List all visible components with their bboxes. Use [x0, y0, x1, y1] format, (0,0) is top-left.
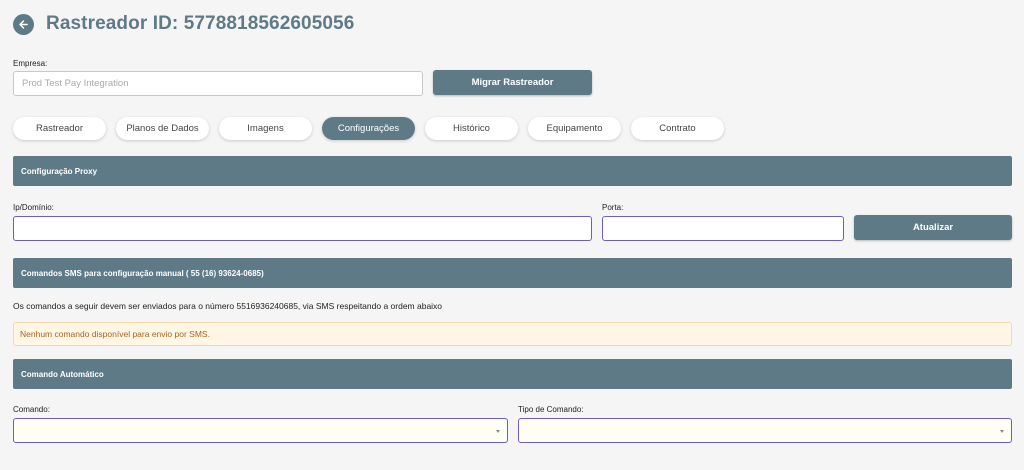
back-button[interactable] — [13, 13, 34, 35]
tab-rastreador[interactable]: Rastreador — [13, 117, 106, 140]
company-label: Empresa: — [13, 59, 48, 68]
proxy-section-header: Configuração Proxy — [13, 156, 1012, 186]
update-button[interactable]: Atualizar — [854, 215, 1012, 240]
tab-planos-de-dados[interactable]: Planos de Dados — [116, 117, 209, 140]
company-input[interactable]: Prod Test Pay Integration — [13, 71, 423, 96]
ip-domain-label: Ip/Domínio: — [13, 203, 54, 212]
sms-empty-alert: Nenhum comando disponível para envio por… — [13, 322, 1012, 346]
arrow-left-icon — [19, 19, 28, 29]
chevron-down-icon — [1000, 430, 1004, 433]
tab-configuracoes[interactable]: Configurações — [322, 117, 415, 140]
sms-section-header: Comandos SMS para configuração manual ( … — [13, 258, 1012, 288]
port-input[interactable] — [602, 216, 844, 241]
page-title: Rastreador ID: 5778818562605056 — [46, 13, 355, 34]
auto-command-section-header: Comando Automático — [13, 359, 1012, 389]
sms-instructions: Os comandos a seguir devem ser enviados … — [13, 301, 443, 311]
tab-historico[interactable]: Histórico — [425, 117, 518, 140]
ip-domain-input[interactable] — [13, 216, 592, 241]
migrate-tracker-button[interactable]: Migrar Rastreador — [433, 70, 592, 95]
tab-imagens[interactable]: Imagens — [219, 117, 312, 140]
command-select[interactable] — [13, 418, 508, 443]
tab-contrato[interactable]: Contrato — [631, 117, 724, 140]
chevron-down-icon — [496, 430, 500, 433]
page-header: Rastreador ID: 5778818562605056 — [13, 13, 354, 35]
port-label: Porta: — [602, 203, 624, 212]
command-label: Comando: — [13, 405, 50, 414]
command-type-select[interactable] — [518, 418, 1012, 443]
tab-equipamento[interactable]: Equipamento — [528, 117, 621, 140]
command-type-label: Tipo de Comando: — [518, 405, 584, 414]
